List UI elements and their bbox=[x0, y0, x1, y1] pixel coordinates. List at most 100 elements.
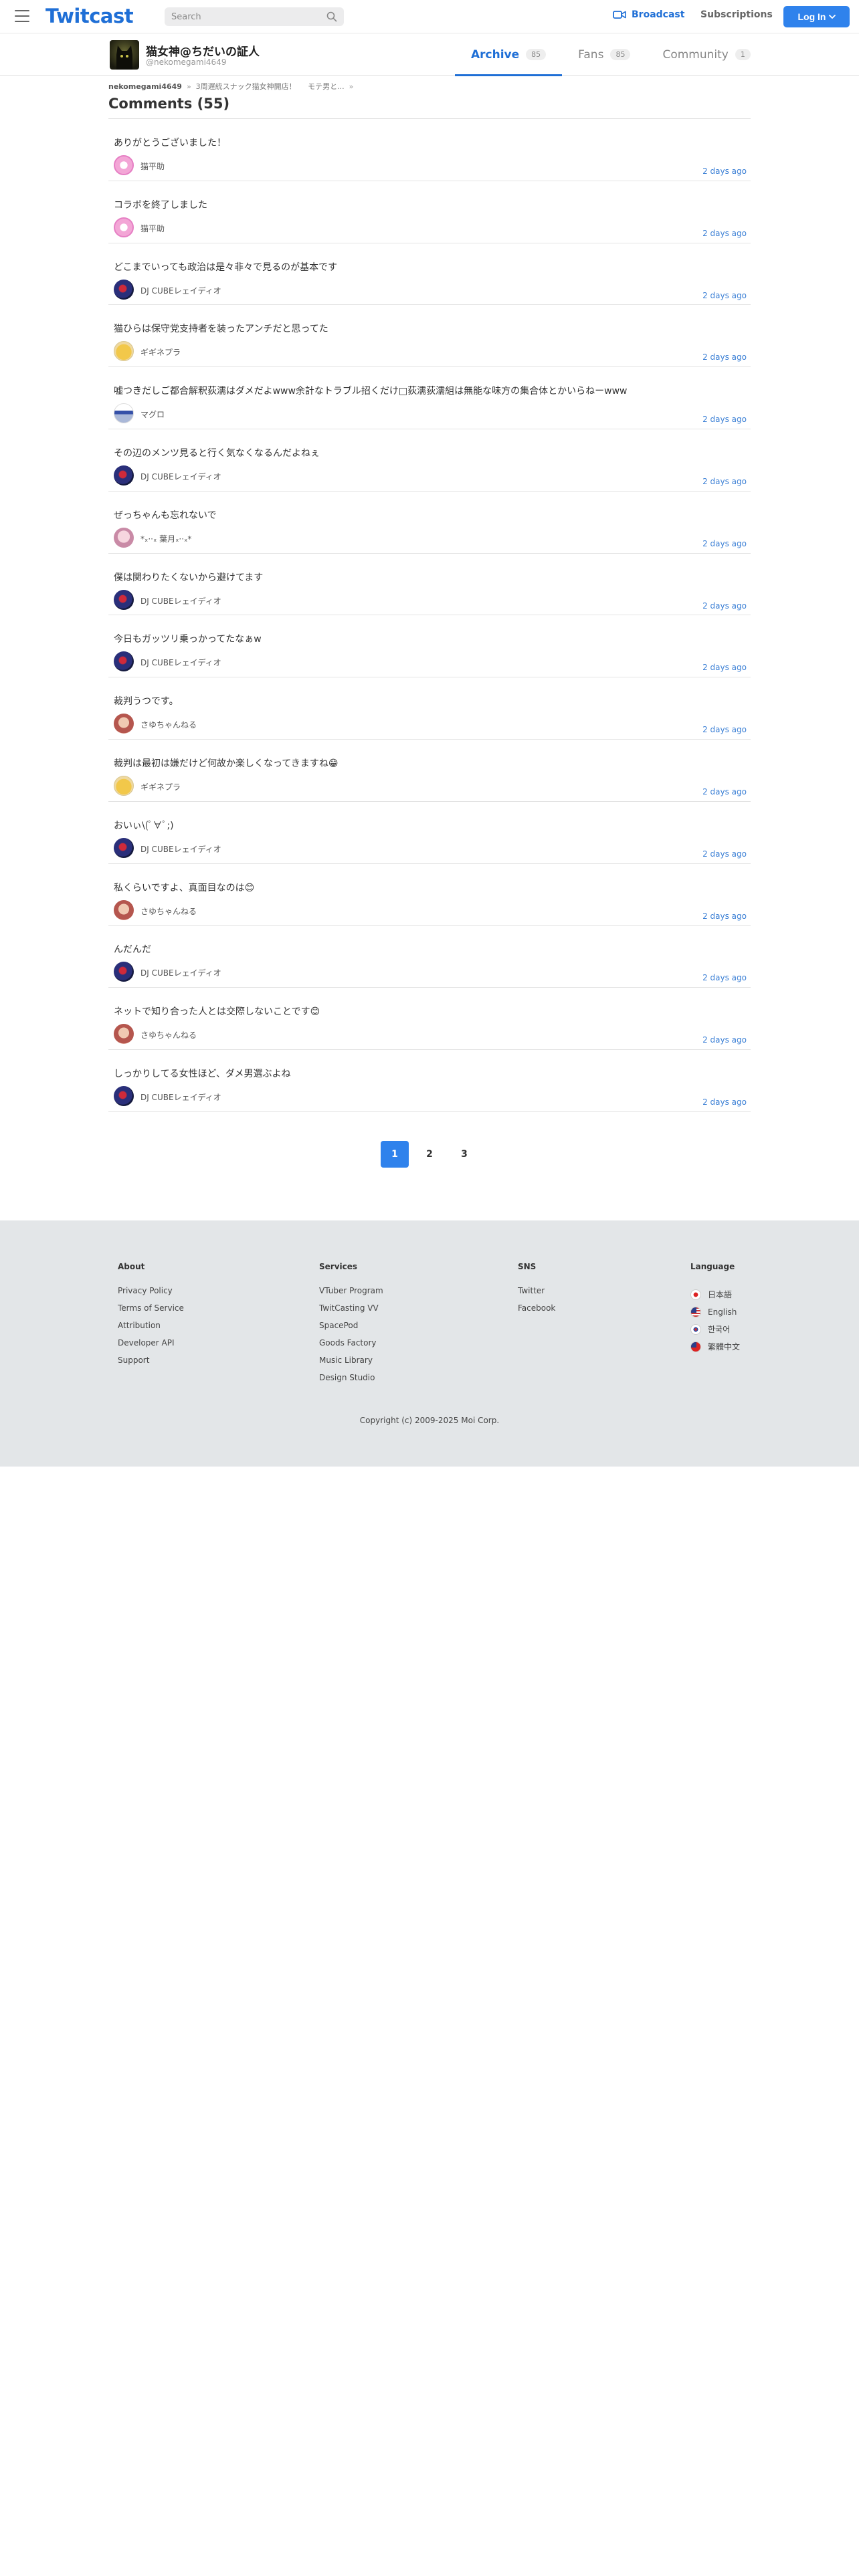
comment-timestamp[interactable]: 2 days ago bbox=[702, 1035, 747, 1045]
footer-link[interactable]: Developer API bbox=[118, 1338, 184, 1356]
user-avatar[interactable] bbox=[114, 651, 134, 672]
video-camera-icon bbox=[613, 11, 626, 19]
comment-username[interactable]: さゆちゃんねる bbox=[140, 719, 197, 730]
comment-timestamp[interactable]: 2 days ago bbox=[702, 291, 747, 300]
user-avatar[interactable] bbox=[114, 837, 134, 858]
user-avatar[interactable] bbox=[114, 527, 134, 548]
user-avatar[interactable] bbox=[114, 155, 134, 175]
footer-link[interactable]: SpacePod bbox=[319, 1321, 383, 1338]
comment-timestamp[interactable]: 2 days ago bbox=[702, 787, 747, 796]
login-button[interactable]: Log In bbox=[783, 6, 850, 27]
user-avatar[interactable] bbox=[114, 714, 134, 734]
breadcrumb-item[interactable]: 3周遅統スナック猫女神開店！ bbox=[196, 82, 296, 91]
comment-timestamp[interactable]: 2 days ago bbox=[702, 663, 747, 672]
footer-link[interactable]: TwitCasting VV bbox=[319, 1303, 383, 1321]
comment-item: んだんだ DJ CUBEレェイディオ 2 days ago bbox=[108, 926, 751, 988]
footer-link[interactable]: Design Studio bbox=[319, 1373, 383, 1390]
comment-text: 裁判は最初は嫌だけど何故か楽しくなってきますね😁 bbox=[114, 758, 339, 769]
language-korean[interactable]: 한국어 bbox=[690, 1321, 740, 1338]
user-avatar[interactable] bbox=[114, 403, 134, 424]
comment-username[interactable]: DJ CUBEレェイディオ bbox=[140, 1091, 221, 1103]
comment-text: 裁判うつです。 bbox=[114, 696, 179, 708]
profile-name[interactable]: 猫女神@ちだいの証人 bbox=[146, 42, 260, 59]
comment-timestamp[interactable]: 2 days ago bbox=[702, 167, 747, 176]
comment-username[interactable]: さゆちゃんねる bbox=[140, 905, 197, 917]
user-avatar[interactable] bbox=[114, 589, 134, 610]
comment-timestamp[interactable]: 2 days ago bbox=[702, 973, 747, 982]
comment-username[interactable]: 猫平助 bbox=[140, 160, 165, 172]
comment-timestamp[interactable]: 2 days ago bbox=[702, 911, 747, 921]
user-avatar[interactable] bbox=[114, 775, 134, 796]
comment-timestamp[interactable]: 2 days ago bbox=[702, 849, 747, 859]
comment-username[interactable]: DJ CUBEレェイディオ bbox=[140, 967, 221, 978]
search-input[interactable] bbox=[171, 10, 318, 23]
tab-count: 1 bbox=[735, 49, 751, 60]
comment-username[interactable]: DJ CUBEレェイディオ bbox=[140, 843, 221, 855]
language-japanese[interactable]: 日本語 bbox=[690, 1286, 740, 1303]
comment-timestamp[interactable]: 2 days ago bbox=[702, 601, 747, 611]
comment-item: コラボを終了しました 猫平助 2 days ago bbox=[108, 181, 751, 243]
subscriptions-link[interactable]: Subscriptions bbox=[700, 9, 773, 20]
taiwan-flag-icon bbox=[690, 1341, 701, 1352]
cat-silhouette-icon bbox=[116, 45, 132, 70]
comment-username[interactable]: ギギネプラ bbox=[140, 781, 181, 792]
comment-username[interactable]: DJ CUBEレェイディオ bbox=[140, 471, 221, 482]
footer-link[interactable]: Attribution bbox=[118, 1321, 184, 1338]
breadcrumb-root[interactable]: nekomegami4649 bbox=[108, 82, 182, 91]
user-avatar[interactable] bbox=[114, 899, 134, 920]
breadcrumb-item[interactable]: モテ男と... bbox=[308, 82, 345, 91]
comment-username[interactable]: DJ CUBEレェイディオ bbox=[140, 285, 221, 296]
tab-archive[interactable]: Archive 85 bbox=[455, 33, 563, 76]
comment-timestamp[interactable]: 2 days ago bbox=[702, 352, 747, 362]
tab-label: Fans bbox=[578, 47, 604, 62]
comment-timestamp[interactable]: 2 days ago bbox=[702, 415, 747, 424]
footer-link[interactable]: VTuber Program bbox=[319, 1286, 383, 1303]
comment-username[interactable]: さゆちゃんねる bbox=[140, 1029, 197, 1041]
comment-username[interactable]: マグロ bbox=[140, 409, 165, 420]
tab-fans[interactable]: Fans 85 bbox=[562, 33, 646, 76]
footer-link[interactable]: Music Library bbox=[319, 1356, 383, 1373]
profile-handle: @nekomegami4649 bbox=[146, 58, 227, 67]
language-traditional-chinese[interactable]: 繁體中文 bbox=[690, 1338, 740, 1356]
comment-username[interactable]: ギギネプラ bbox=[140, 346, 181, 358]
broadcast-link[interactable]: Broadcast bbox=[613, 9, 684, 20]
language-label: 한국어 bbox=[708, 1325, 731, 1334]
comment-item: その辺のメンツ見ると行く気なくなるんだよねぇ DJ CUBEレェイディオ 2 day… bbox=[108, 429, 751, 492]
user-avatar[interactable] bbox=[114, 962, 134, 982]
comment-timestamp[interactable]: 2 days ago bbox=[702, 1097, 747, 1107]
footer-link[interactable]: Facebook bbox=[518, 1303, 555, 1321]
footer-link[interactable]: Support bbox=[118, 1356, 184, 1373]
comment-username[interactable]: *ₓ··ₓ 葉月ₓ··ₓ* bbox=[140, 533, 191, 544]
comment-username[interactable]: DJ CUBEレェイディオ bbox=[140, 595, 221, 607]
footer-link[interactable]: Terms of Service bbox=[118, 1303, 184, 1321]
tab-community[interactable]: Community 1 bbox=[646, 33, 766, 76]
comment-timestamp[interactable]: 2 days ago bbox=[702, 539, 747, 548]
page-button-2[interactable]: 2 bbox=[415, 1141, 444, 1168]
comment-item: 裁判は最初は嫌だけど何故か楽しくなってきますね😁 ギギネプラ 2 days ago bbox=[108, 740, 751, 802]
page-button-1[interactable]: 1 bbox=[381, 1141, 409, 1168]
comment-username[interactable]: 猫平助 bbox=[140, 223, 165, 234]
language-english[interactable]: English bbox=[690, 1303, 740, 1321]
comment-text: 嘘つきだしご都合解釈荻濡はダメだよwww余計なトラブル招くだけ□荻濡荻濡組は無能… bbox=[114, 386, 628, 397]
broadcast-label: Broadcast bbox=[632, 9, 685, 20]
page-button-3[interactable]: 3 bbox=[450, 1141, 478, 1168]
comment-timestamp[interactable]: 2 days ago bbox=[702, 229, 747, 238]
menu-icon[interactable] bbox=[15, 10, 29, 22]
profile-avatar[interactable] bbox=[110, 40, 139, 70]
user-avatar[interactable] bbox=[114, 1024, 134, 1045]
footer-about: About Privacy Policy Terms of Service At… bbox=[118, 1262, 184, 1373]
comment-timestamp[interactable]: 2 days ago bbox=[702, 477, 747, 486]
user-avatar[interactable] bbox=[114, 279, 134, 300]
twitcast-logo[interactable]: Twitcast bbox=[45, 5, 134, 27]
footer-link[interactable]: Twitter bbox=[518, 1286, 555, 1303]
user-avatar[interactable] bbox=[114, 341, 134, 362]
comment-username[interactable]: DJ CUBEレェイディオ bbox=[140, 657, 221, 668]
comment-timestamp[interactable]: 2 days ago bbox=[702, 725, 747, 734]
comment-text: しっかりしてる女性ほど、ダメ男選ぶよね bbox=[114, 1068, 291, 1079]
footer-link[interactable]: Goods Factory bbox=[319, 1338, 383, 1356]
search-icon[interactable] bbox=[326, 11, 337, 22]
footer-link[interactable]: Privacy Policy bbox=[118, 1286, 184, 1303]
user-avatar[interactable] bbox=[114, 465, 134, 486]
user-avatar[interactable] bbox=[114, 1085, 134, 1106]
user-avatar[interactable] bbox=[114, 217, 134, 237]
